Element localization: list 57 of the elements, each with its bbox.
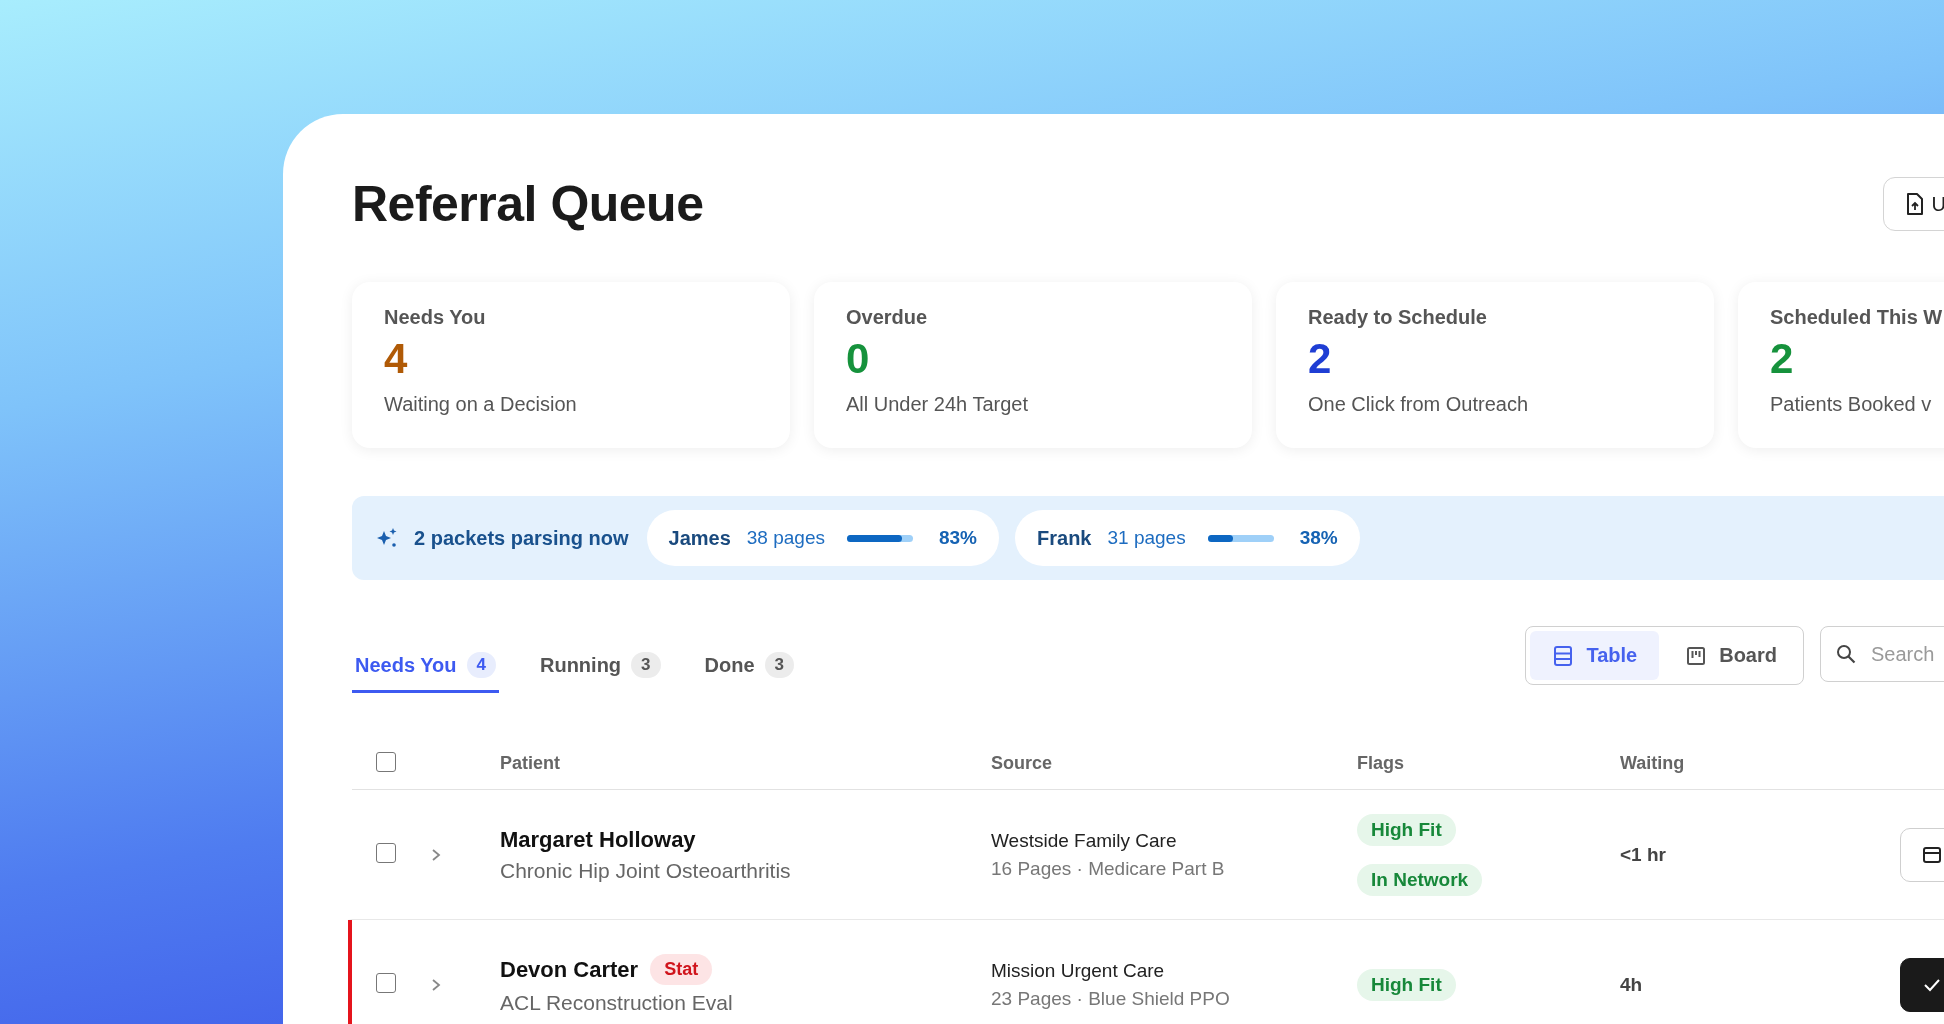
stat-value: 2: [1308, 334, 1333, 384]
parsing-status: 2 packets parsing now: [414, 526, 629, 550]
source-detail: 23 Pages · Blue Shield PPO: [991, 987, 1231, 1010]
flag-badge: High Fit: [1357, 813, 1456, 846]
source-name: Mission Urgent Care: [991, 959, 1166, 982]
stat-label: Scheduled This W: [1770, 306, 1944, 329]
check-icon: [1923, 977, 1941, 992]
stat-caption: Patients Booked v: [1770, 393, 1933, 416]
page-count: 31 pages: [1107, 527, 1186, 549]
count-badge: 3: [764, 652, 794, 678]
count-badge: 3: [631, 652, 661, 678]
column-header: Patient: [500, 752, 561, 774]
stat-label: Needs You: [384, 306, 487, 329]
condition-text: ACL Reconstruction Eval: [500, 991, 734, 1015]
condition-text: Chronic Hip Joint Osteoarthritis: [500, 858, 792, 883]
stat-value: 2: [1770, 334, 1795, 384]
stat-caption: One Click from Outreach: [1308, 393, 1530, 416]
row-checkbox[interactable]: [376, 973, 396, 993]
flag-badge: High Fit: [1357, 968, 1456, 1001]
priority-badge: Stat: [650, 954, 713, 985]
row-checkbox[interactable]: [376, 843, 396, 863]
source-detail: 16 Pages · Medicare Part B: [991, 857, 1226, 880]
progress-percent: 83%: [939, 527, 977, 549]
stat-caption: Waiting on a Decision: [384, 393, 578, 416]
patient-name: Devon Carter: [500, 956, 639, 983]
select-all-checkbox[interactable]: [376, 751, 396, 772]
count-badge: 4: [466, 652, 496, 678]
card-icon: [1923, 846, 1941, 863]
view-button[interactable]: Table: [1530, 631, 1660, 680]
stat-caption: All Under 24h Target: [846, 393, 1029, 416]
board-icon: [1687, 646, 1706, 665]
stat-label: Ready to Schedule: [1308, 306, 1488, 329]
stat-value: 4: [384, 334, 409, 384]
source-name: Westside Family Care: [991, 829, 1178, 852]
file-upload-icon: [1905, 193, 1924, 215]
search-field[interactable]: Search: [1820, 626, 1944, 682]
table-icon: [1554, 645, 1573, 666]
flag-badge: In Network: [1357, 863, 1483, 896]
patient-name: Margaret Holloway: [500, 826, 696, 853]
sparkle-icon: [376, 527, 398, 549]
stat-value: 0: [846, 334, 871, 384]
column-header: Flags: [1357, 752, 1405, 774]
packet-name: James: [668, 526, 731, 550]
page-title: Referral Queue: [352, 175, 704, 233]
stat-label: Overdue: [846, 306, 929, 329]
tab[interactable]: Running 3: [537, 652, 664, 693]
upload-button[interactable]: U: [1882, 177, 1944, 231]
page-count: 38 pages: [746, 527, 825, 549]
progress-percent: 38%: [1299, 527, 1338, 549]
column-header: Source: [991, 752, 1054, 774]
packet-name: Frank: [1037, 526, 1092, 550]
tab[interactable]: Done 3: [701, 652, 797, 693]
waiting-time: <1 hr: [1620, 843, 1667, 866]
column-header: Waiting: [1620, 752, 1686, 774]
tab[interactable]: Needs You 4: [352, 652, 499, 693]
waiting-time: 4h: [1620, 973, 1644, 996]
view-button[interactable]: Board: [1663, 631, 1799, 680]
